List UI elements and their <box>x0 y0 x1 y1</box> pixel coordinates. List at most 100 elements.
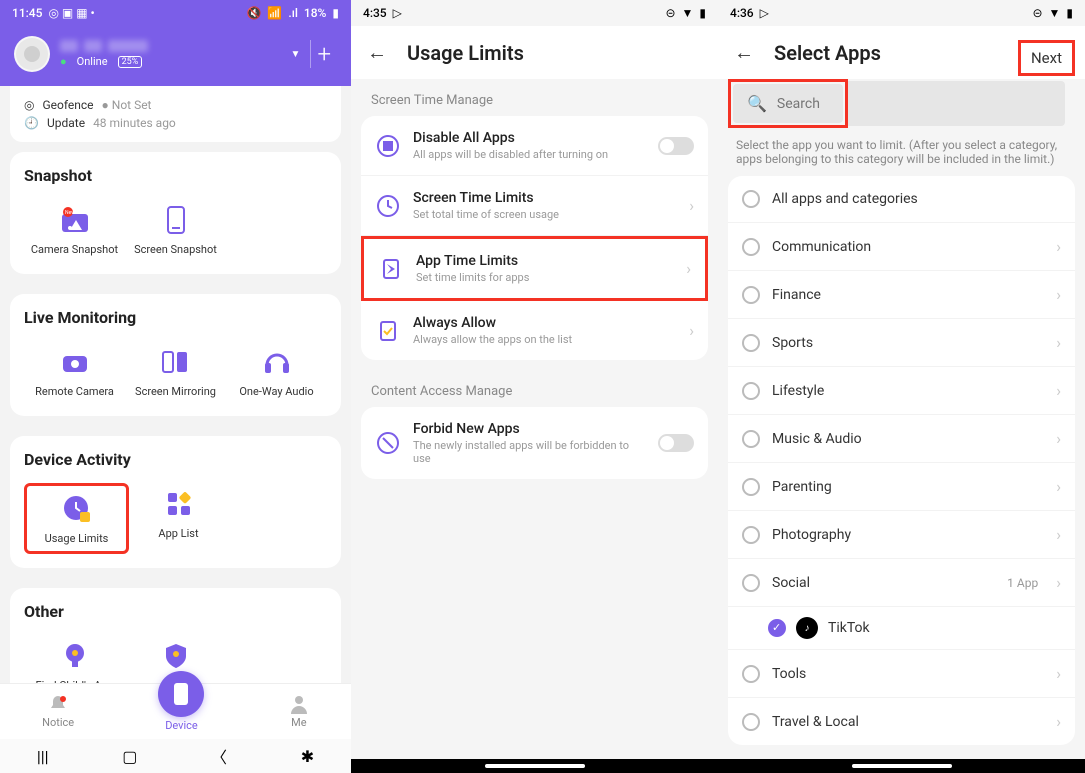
setting-icon <box>375 430 401 456</box>
remote-camera[interactable]: Remote Camera <box>24 341 125 402</box>
mirroring-icon <box>161 350 191 374</box>
profile-name <box>60 40 281 52</box>
screen-snapshot[interactable]: Screen Snapshot <box>125 199 226 260</box>
back-button[interactable]: ← <box>734 40 754 65</box>
child-battery: 25% <box>118 56 143 68</box>
chevron-right-icon: › <box>1056 664 1061 683</box>
radio[interactable] <box>742 713 760 731</box>
device-details: ◎ Geofence ● Not Set 🕘 Update 48 minutes… <box>10 86 341 142</box>
category-sports[interactable]: Sports› <box>728 319 1075 367</box>
setting-always-allow[interactable]: Always AllowAlways allow the apps on the… <box>361 301 708 360</box>
radio[interactable] <box>742 238 760 256</box>
camera-icon <box>61 350 89 374</box>
app-list[interactable]: App List <box>129 483 228 554</box>
accessibility-icon[interactable]: ✱ <box>301 747 314 766</box>
radio[interactable] <box>742 286 760 304</box>
setting-app-time-limits[interactable]: App Time LimitsSet time limits for apps› <box>361 236 708 301</box>
setting-disable-all-apps[interactable]: Disable All AppsAll apps will be disable… <box>361 116 708 176</box>
setting-forbid-new-apps[interactable]: Forbid New AppsThe newly installed apps … <box>361 407 708 479</box>
battery-icon: ▮ <box>332 6 339 20</box>
add-button[interactable]: + <box>310 40 337 68</box>
setting-screen-time-limits[interactable]: Screen Time LimitsSet total time of scre… <box>361 176 708 236</box>
play-icon: ▷ <box>393 6 402 20</box>
recent-icon[interactable]: ||| <box>37 747 49 766</box>
chevron-right-icon: › <box>1056 381 1061 400</box>
page-header: ← Usage Limits <box>351 26 718 79</box>
back-button[interactable]: ← <box>367 40 387 65</box>
radio[interactable] <box>742 665 760 683</box>
radio[interactable] <box>742 334 760 352</box>
radio[interactable] <box>742 574 760 592</box>
activity-card: Device Activity Usage Limits App List <box>10 436 341 568</box>
category-social[interactable]: Social1 App› <box>728 559 1075 607</box>
person-icon <box>289 694 309 714</box>
category-all-apps-and-categories[interactable]: All apps and categories <box>728 176 1075 223</box>
app-list-icon <box>166 491 192 517</box>
radio[interactable] <box>742 190 760 208</box>
update-icon: 🕘 <box>24 116 39 130</box>
update-label: Update <box>47 116 85 130</box>
one-way-audio[interactable]: One-Way Audio <box>226 341 327 402</box>
search-input-wrapper[interactable]: 🔍 <box>733 84 843 123</box>
profile-dropdown-icon[interactable]: ▼ <box>291 49 301 60</box>
category-lifestyle[interactable]: Lifestyle› <box>728 367 1075 415</box>
tiktok-icon: ♪ <box>796 617 818 639</box>
back-icon[interactable]: 〈 <box>211 744 227 768</box>
radio-checked[interactable] <box>768 619 786 637</box>
radio[interactable] <box>742 430 760 448</box>
battery-icon: ▮ <box>1066 6 1073 20</box>
chevron-right-icon: › <box>1056 429 1061 448</box>
signal-icon: .ıl <box>288 6 298 20</box>
toggle[interactable] <box>658 434 694 452</box>
bottom-nav: Notice Device Me <box>0 683 351 739</box>
radio[interactable] <box>742 382 760 400</box>
page-title: Usage Limits <box>407 41 524 65</box>
category-parenting[interactable]: Parenting› <box>728 463 1075 511</box>
wifi-icon: 📶 <box>267 6 282 20</box>
usage-limits[interactable]: Usage Limits <box>24 483 129 554</box>
geofence-icon: ◎ <box>24 98 34 112</box>
screen-mirroring[interactable]: Screen Mirroring <box>125 341 226 402</box>
radio[interactable] <box>742 526 760 544</box>
select-description: Select the app you want to limit. (After… <box>718 128 1085 176</box>
chevron-right-icon: › <box>1056 573 1061 592</box>
home-icon[interactable]: ▢ <box>122 747 137 766</box>
app-tiktok[interactable]: ♪TikTok <box>728 607 1075 650</box>
camera-snapshot[interactable]: New Camera Snapshot <box>24 199 125 260</box>
category-photography[interactable]: Photography› <box>728 511 1075 559</box>
toggle[interactable] <box>658 137 694 155</box>
category-music-audio[interactable]: Music & Audio› <box>728 415 1075 463</box>
radio[interactable] <box>742 478 760 496</box>
category-finance[interactable]: Finance› <box>728 271 1075 319</box>
avatar[interactable] <box>14 36 50 72</box>
search-bar-rest[interactable] <box>848 81 1065 126</box>
search-icon: 🔍 <box>747 94 767 113</box>
headphones-icon <box>263 349 291 375</box>
status-time: 11:45 <box>12 6 42 20</box>
nav-me[interactable]: Me <box>289 694 309 729</box>
chevron-right-icon: › <box>1056 237 1061 256</box>
status-time: 4:35 <box>363 6 387 20</box>
category-communication[interactable]: Communication› <box>728 223 1075 271</box>
home-indicator-bar <box>351 759 718 773</box>
screen-snapshot-icon <box>164 205 188 235</box>
category-travel-local[interactable]: Travel & Local› <box>728 698 1075 745</box>
section-content: Content Access Manage <box>351 370 718 407</box>
category-tools[interactable]: Tools› <box>728 650 1075 698</box>
battery-icon: ▮ <box>699 6 706 20</box>
nav-device[interactable]: Device <box>158 691 204 732</box>
setting-icon <box>375 318 401 344</box>
wifi-icon: ▼ <box>682 6 694 20</box>
bell-icon <box>48 694 68 714</box>
nav-notice[interactable]: Notice <box>42 694 74 729</box>
monitoring-card: Live Monitoring Remote Camera Screen Mir… <box>10 294 341 416</box>
status-bar: 4:36 ▷ ⊝ ▼ ▮ <box>718 0 1085 26</box>
home-indicator-bar <box>718 759 1085 773</box>
shield-icon <box>164 642 188 670</box>
other-title: Other <box>24 602 327 621</box>
update-value: 48 minutes ago <box>93 116 176 130</box>
dnd-icon: ⊝ <box>1032 6 1042 20</box>
setting-icon <box>375 133 401 159</box>
wifi-icon: ▼ <box>1049 6 1061 20</box>
next-button[interactable]: Next <box>1018 40 1075 76</box>
